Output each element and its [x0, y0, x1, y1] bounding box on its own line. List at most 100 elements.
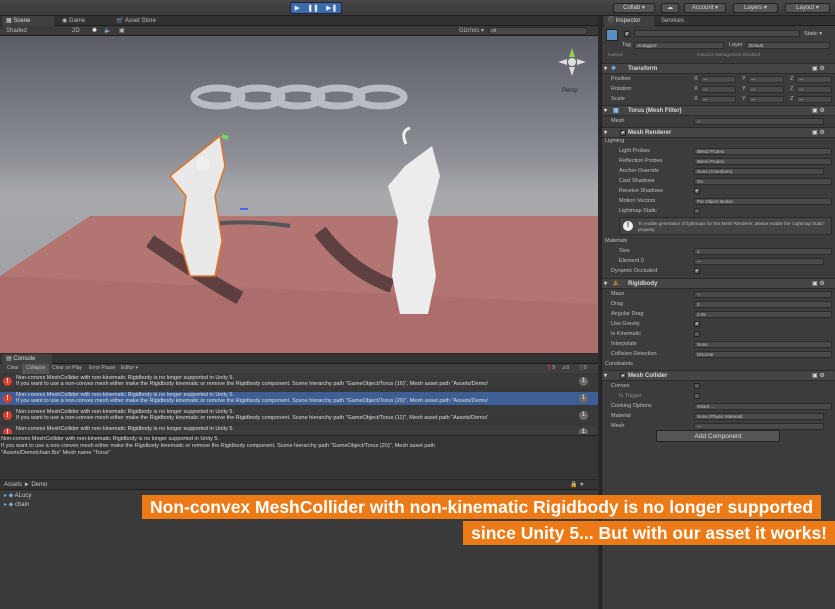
- console-row[interactable]: ! Non-convex MeshCollider with non-kinem…: [0, 409, 598, 422]
- position-z-field[interactable]: —: [796, 75, 832, 83]
- warning-count-badge[interactable]: ⚠0: [558, 364, 573, 374]
- mass-field[interactable]: —: [694, 290, 832, 298]
- collab-button[interactable]: Collab ▾: [613, 3, 655, 13]
- tab-services[interactable]: Services: [657, 16, 697, 26]
- play-button[interactable]: ▶: [295, 4, 300, 12]
- tab-game[interactable]: ◉ Game: [58, 16, 108, 26]
- tab-inspector-label: Inspector: [615, 18, 641, 24]
- anchor-override-field[interactable]: None (Transform): [694, 167, 824, 175]
- breadcrumb-assets[interactable]: Assets: [4, 482, 22, 488]
- static-toggle[interactable]: Static ▾: [804, 31, 822, 37]
- is-kinematic-checkbox[interactable]: [694, 331, 700, 337]
- cooking-options-dropdown[interactable]: Mixed ...: [694, 402, 832, 410]
- mode-2d-toggle[interactable]: 2D: [68, 26, 84, 36]
- tab-console[interactable]: ▤ Console: [2, 354, 52, 364]
- rotation-y-field[interactable]: —: [748, 85, 784, 93]
- material-field[interactable]: None (Physic Material): [694, 412, 824, 420]
- console-error-pause-button[interactable]: Error Pause: [85, 364, 120, 374]
- prefab-note: Instance Management Disabled: [697, 52, 761, 57]
- tab-inspector[interactable]: ⓘ Inspector: [604, 16, 654, 26]
- list-item[interactable]: ▸ ◆ ALucy: [4, 492, 31, 501]
- scale-z-field[interactable]: —: [796, 95, 832, 103]
- tag-dropdown[interactable]: Untagged: [634, 41, 724, 49]
- collider-mesh-field[interactable]: —: [694, 422, 824, 430]
- cloud-icon[interactable]: ☁: [661, 3, 679, 13]
- breadcrumb-demo[interactable]: Demo: [31, 482, 47, 488]
- constraints-foldout[interactable]: Constraints: [602, 359, 835, 369]
- error-count-badge[interactable]: ❗9: [542, 364, 559, 374]
- y-label: Y: [742, 76, 746, 82]
- warning-count: 0: [566, 365, 570, 371]
- console-row[interactable]: ! Non-convex MeshCollider with non-kinem…: [0, 426, 598, 434]
- info-count-badge[interactable]: ⓘ0: [575, 364, 591, 374]
- scale-y-field[interactable]: —: [748, 95, 784, 103]
- mesh-filter-header[interactable]: ▾ ▦ Torus (Mesh Filter) ▣ ⚙: [602, 105, 835, 116]
- motion-vectors-dropdown[interactable]: Per Object Motion: [694, 197, 832, 205]
- convex-checkbox[interactable]: [694, 383, 700, 389]
- lightmap-static-row: Lightmap Static: [602, 206, 835, 216]
- reflection-probes-dropdown[interactable]: Blend Probes: [694, 157, 832, 165]
- persp-label[interactable]: Persp: [562, 88, 578, 94]
- list-item[interactable]: ▸ ◆ chain: [4, 501, 31, 510]
- layout-dropdown[interactable]: Layout ▾: [785, 3, 830, 13]
- effects-toggle-icon[interactable]: ▣: [115, 26, 129, 36]
- audio-toggle-icon[interactable]: 🔈: [100, 26, 115, 36]
- active-checkbox[interactable]: ✔: [624, 31, 630, 37]
- console-collapse-button[interactable]: Collapse: [22, 364, 50, 374]
- pause-button[interactable]: ❚❚: [307, 4, 319, 12]
- component-settings-icon[interactable]: ▣ ⚙: [812, 64, 825, 74]
- mesh-filter-title: Torus (Mesh Filter): [628, 108, 682, 114]
- account-dropdown[interactable]: Account ▾: [684, 3, 726, 13]
- materials-size-field[interactable]: 1: [694, 247, 832, 255]
- add-component-button[interactable]: Add Component: [656, 430, 780, 442]
- angular-drag-field[interactable]: 0.05: [694, 310, 832, 318]
- orientation-gizmo[interactable]: [558, 48, 586, 76]
- layer-dropdown[interactable]: Default: [746, 41, 830, 49]
- console-clear-button[interactable]: Clear: [3, 364, 23, 374]
- scene-viewport[interactable]: Persp: [0, 36, 598, 353]
- layers-dropdown[interactable]: Layers ▾: [733, 3, 778, 13]
- console-editor-dropdown[interactable]: Editor ▾: [117, 364, 142, 374]
- collision-detection-dropdown[interactable]: Discrete: [694, 350, 832, 358]
- console-row[interactable]: ! Non-convex MeshCollider with non-kinem…: [0, 375, 598, 388]
- enabled-checkbox[interactable]: ✔: [620, 373, 626, 379]
- receive-shadows-checkbox[interactable]: ✔: [694, 188, 700, 194]
- mesh-collider-header[interactable]: ▾ ✔ Mesh Collider ▣ ⚙: [602, 370, 835, 381]
- scale-x-field[interactable]: —: [700, 95, 736, 103]
- name-field[interactable]: [634, 30, 800, 37]
- lightmap-static-checkbox[interactable]: [694, 208, 700, 214]
- element-0-field[interactable]: —: [694, 257, 824, 265]
- component-settings-icon[interactable]: ▣ ⚙: [812, 371, 825, 381]
- project-toolbar-icons[interactable]: 🔒 ★: [570, 481, 594, 489]
- tab-game-label: Game: [68, 18, 86, 24]
- position-y-field[interactable]: —: [748, 75, 784, 83]
- lighting-foldout[interactable]: Lighting: [602, 136, 835, 146]
- interpolate-dropdown[interactable]: None: [694, 340, 832, 348]
- rotation-x-field[interactable]: —: [700, 85, 736, 93]
- component-settings-icon[interactable]: ▣ ⚙: [812, 279, 825, 289]
- drag-field[interactable]: 0: [694, 300, 832, 308]
- step-button[interactable]: ▶❚: [326, 4, 337, 12]
- scene-search-input[interactable]: All: [488, 27, 588, 35]
- dynamic-occluded-checkbox[interactable]: ✔: [694, 268, 700, 274]
- is-trigger-checkbox[interactable]: [694, 393, 700, 399]
- position-x-field[interactable]: —: [700, 75, 736, 83]
- tab-scene[interactable]: ▦ Scene: [2, 16, 54, 26]
- gizmos-dropdown[interactable]: Gizmos ▾: [455, 26, 488, 36]
- transform-header[interactable]: ▾ ✥ Transform ▣ ⚙: [602, 63, 835, 74]
- rigidbody-header[interactable]: ▾ ⚠ Rigidbody ▣ ⚙: [602, 278, 835, 289]
- component-settings-icon[interactable]: ▣ ⚙: [812, 106, 825, 116]
- light-probes-dropdown[interactable]: Blend Probes: [694, 147, 832, 155]
- tab-asset-store[interactable]: 🛒 Asset Store: [112, 16, 172, 26]
- rotation-z-field[interactable]: —: [796, 85, 832, 93]
- materials-foldout[interactable]: Materials: [602, 236, 835, 246]
- use-gravity-checkbox[interactable]: ✔: [694, 321, 700, 327]
- rigidbody-title: Rigidbody: [628, 281, 658, 287]
- cast-shadows-dropdown[interactable]: On: [694, 177, 832, 185]
- mesh-field[interactable]: —: [694, 117, 824, 125]
- console-clear-on-play-button[interactable]: Clear on Play: [48, 364, 86, 374]
- console-panel: ▤ Console Clear Collapse Clear on Play E…: [0, 354, 598, 479]
- console-row-selected[interactable]: ! Non-convex MeshCollider with non-kinem…: [0, 392, 598, 405]
- shading-mode-dropdown[interactable]: Shaded: [2, 26, 31, 36]
- foldout-icon: ▾: [604, 373, 608, 379]
